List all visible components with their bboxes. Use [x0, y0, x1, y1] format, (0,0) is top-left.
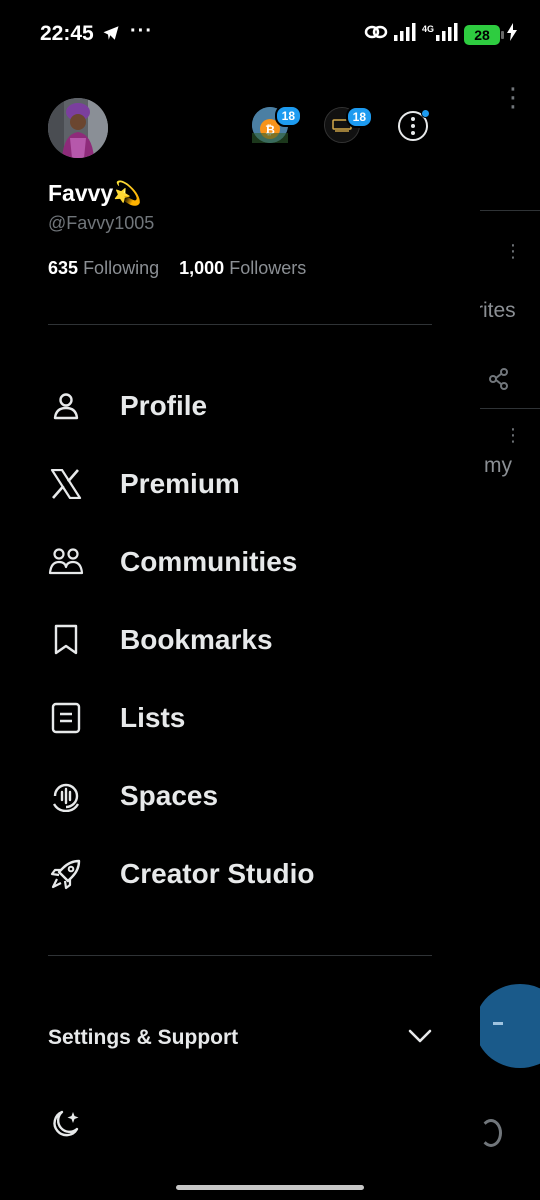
x-logo-icon	[48, 466, 84, 502]
signal-2-icon	[436, 23, 458, 46]
follow-stats: 635 Following 1,000 Followers	[48, 258, 306, 279]
menu-label: Bookmarks	[120, 624, 273, 655]
settings-label: Settings & Support	[48, 1026, 239, 1049]
followers-count: 1,000	[179, 258, 225, 278]
spaces-icon	[48, 778, 84, 814]
followers-label: Followers	[229, 258, 307, 278]
menu-label: Communities	[120, 546, 298, 577]
menu-item-premium[interactable]: Premium	[48, 456, 448, 512]
menu-item-bookmarks[interactable]: Bookmarks	[48, 612, 448, 668]
background-timeline: ⋮ ⋮ rites ⋮ my	[480, 70, 540, 1200]
charging-icon	[506, 23, 518, 46]
menu-label: Premium	[120, 468, 240, 499]
status-time: 22:45	[40, 22, 94, 45]
bg-text-2: my	[484, 454, 512, 477]
following-count: 635	[48, 258, 79, 278]
menu-label: Lists	[120, 702, 186, 733]
list-icon	[48, 700, 84, 736]
home-indicator[interactable]	[176, 1185, 364, 1190]
rocket-icon	[48, 856, 84, 892]
menu-label: Profile	[120, 390, 208, 421]
following-label: Following	[83, 258, 160, 278]
menu-label: Creator Studio	[120, 858, 315, 889]
network-type: 4G	[421, 23, 434, 34]
status-more-icon: ···	[130, 20, 153, 42]
menu-item-lists[interactable]: Lists	[48, 690, 448, 746]
settings-support-toggle[interactable]: Settings & Support	[48, 1020, 432, 1056]
chevron-down-icon	[408, 1028, 432, 1049]
menu-item-creator-studio[interactable]: Creator Studio	[48, 846, 448, 902]
switch-account-1[interactable]: ₿ 18	[252, 105, 302, 143]
switch-account-2[interactable]: 18	[324, 106, 373, 143]
side-drawer: ₿ 18 18 Favvy💫 @Favvy1005 635 Following …	[0, 70, 480, 1200]
post-more-icon[interactable]: ⋮	[504, 242, 522, 260]
unread-dot	[421, 109, 430, 118]
following-link[interactable]: 635 Following	[48, 258, 159, 278]
telegram-icon	[102, 24, 120, 47]
compose-fab[interactable]	[480, 984, 540, 1068]
share-icon[interactable]	[488, 368, 510, 395]
person-icon	[48, 388, 84, 424]
status-indicators: 4G 28	[364, 22, 518, 47]
bg-divider	[480, 210, 540, 211]
notification-badge: 18	[345, 106, 373, 128]
avatar[interactable]	[48, 98, 108, 158]
overflow-menu-icon[interactable]: ⋮	[500, 84, 526, 110]
user-handle: @Favvy1005	[48, 213, 155, 233]
display-name[interactable]: Favvy💫	[48, 180, 142, 207]
communities-icon	[48, 544, 84, 580]
bookmark-icon	[48, 622, 84, 658]
battery-indicator: 28	[464, 24, 504, 45]
followers-link[interactable]: 1,000 Followers	[179, 258, 306, 278]
menu-item-profile[interactable]: Profile	[48, 378, 448, 434]
link-icon	[364, 22, 388, 47]
post-more-icon[interactable]: ⋮	[504, 426, 522, 444]
menu-item-spaces[interactable]: Spaces	[48, 768, 448, 824]
bg-divider	[480, 408, 540, 409]
menu-label: Spaces	[120, 780, 219, 811]
divider	[48, 955, 432, 956]
signal-icon	[393, 23, 416, 46]
notification-badge: 18	[274, 105, 302, 127]
bg-text-1: rites	[480, 299, 516, 322]
more-accounts-button[interactable]	[398, 109, 430, 141]
loading-spinner	[480, 1119, 502, 1147]
more-vertical-icon	[411, 117, 415, 135]
menu-item-communities[interactable]: Communities	[48, 534, 448, 590]
moon-icon[interactable]	[48, 1108, 82, 1147]
divider	[48, 324, 432, 325]
status-bar: 22:45 ··· 4G 28	[0, 0, 540, 70]
